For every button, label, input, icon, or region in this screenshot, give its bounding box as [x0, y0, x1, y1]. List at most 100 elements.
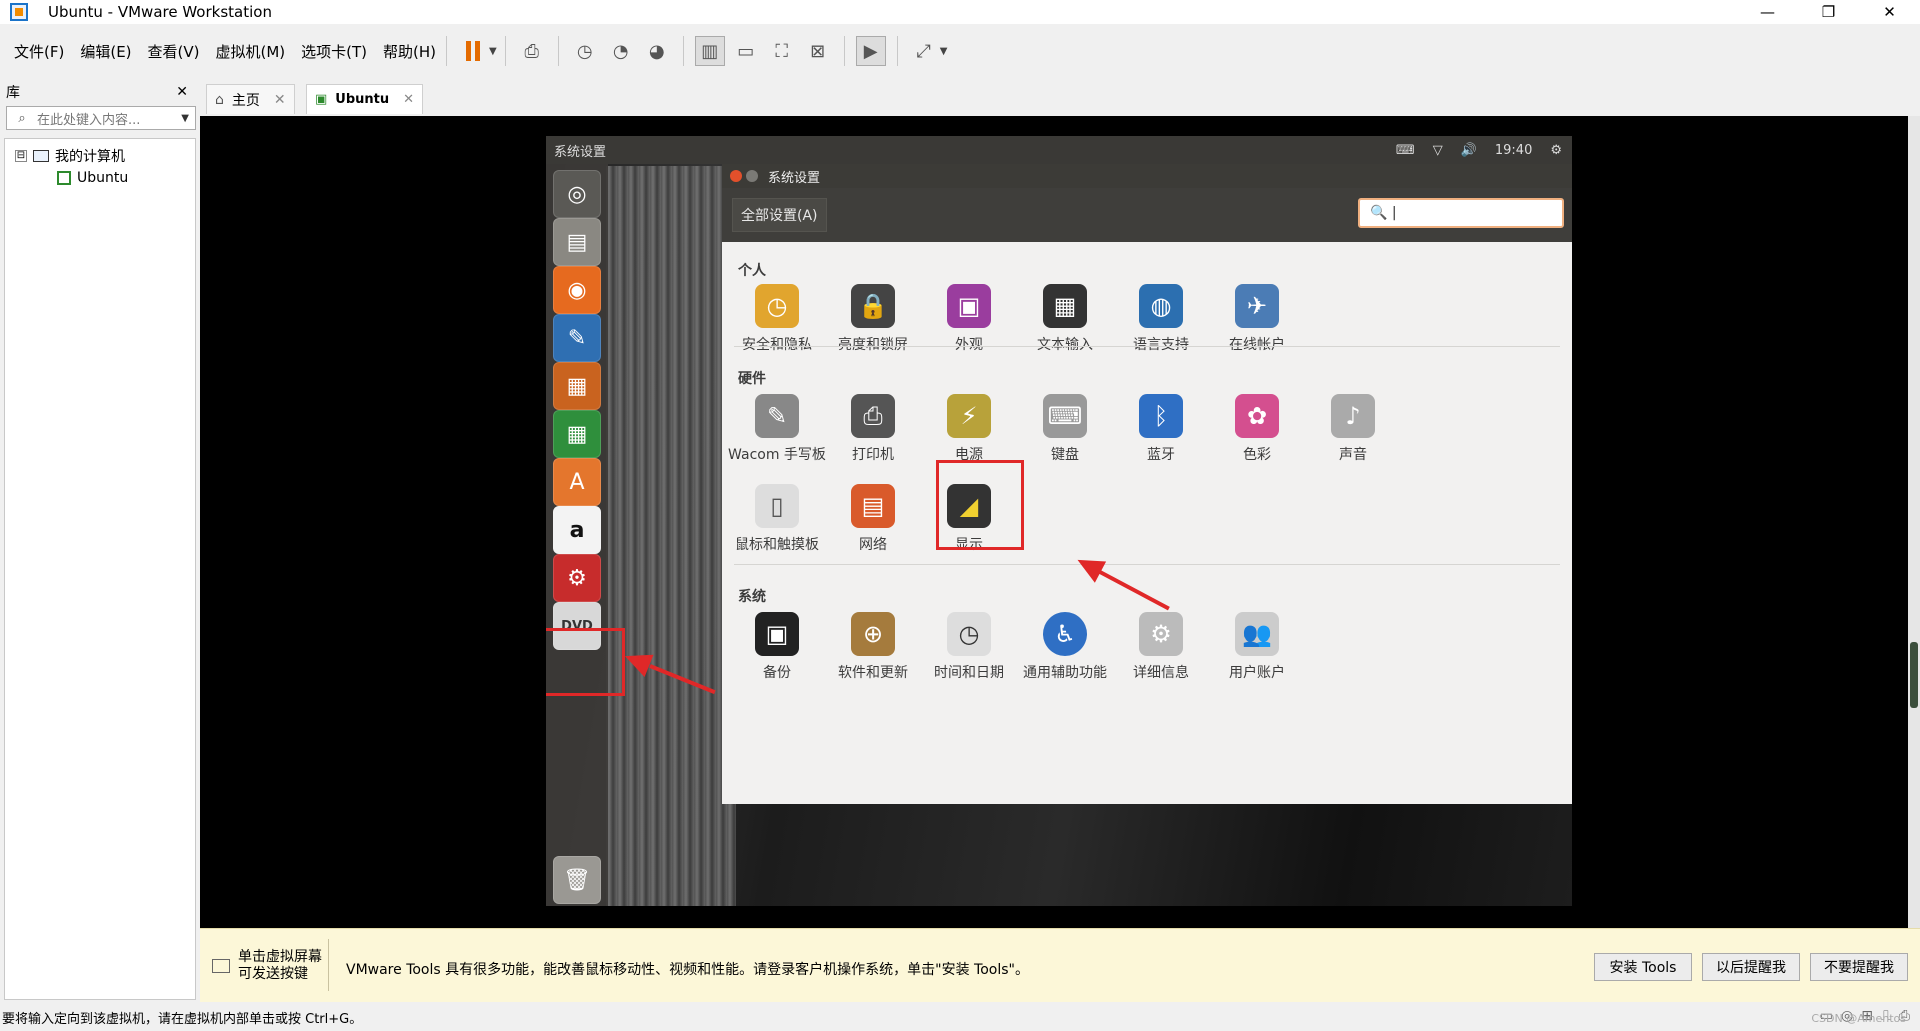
item-time-date[interactable]: ◷ 时间和日期: [914, 612, 1024, 682]
menu-vm[interactable]: 虚拟机(M): [216, 41, 286, 62]
amazon-icon[interactable]: a: [553, 506, 601, 554]
clock[interactable]: 19:40: [1495, 143, 1532, 158]
clock-icon: ◷: [947, 612, 991, 656]
item-keyboard[interactable]: ⌨ 键盘: [1010, 394, 1120, 464]
keyboard-icon[interactable]: ⌨: [1396, 143, 1415, 158]
item-user-accounts[interactable]: 👥 用户账户: [1202, 612, 1312, 682]
keyboard-layout-icon: ▦: [1043, 284, 1087, 328]
item-mouse-touchpad[interactable]: ▯ 鼠标和触摸板: [722, 484, 832, 554]
printer-icon: ⎙: [851, 394, 895, 438]
stretch-dropdown-icon[interactable]: ▼: [940, 46, 948, 57]
system-settings-icon[interactable]: ⚙: [553, 554, 601, 602]
thumbnail-bar-icon[interactable]: ▭: [731, 36, 761, 66]
library-header: 库 ✕: [0, 80, 196, 104]
never-remind-button[interactable]: 不要提醒我: [1810, 953, 1908, 981]
menu-help[interactable]: 帮助(H): [383, 41, 436, 62]
trash-icon[interactable]: 🗑: [553, 856, 601, 904]
item-software-updates[interactable]: ⊕ 软件和更新: [818, 612, 928, 682]
pause-icon: [466, 41, 481, 61]
pause-dropdown-icon[interactable]: ▼: [489, 46, 497, 57]
security-privacy-icon: ◷: [755, 284, 799, 328]
collapse-icon[interactable]: ⊟: [15, 150, 27, 162]
snapshot-icon[interactable]: ◷: [570, 36, 600, 66]
tab-home-label: 主页: [231, 92, 260, 109]
minimize-button[interactable]: —: [1737, 0, 1798, 24]
software-center-icon[interactable]: A: [553, 458, 601, 506]
close-button[interactable]: ✕: [1859, 0, 1920, 24]
item-details[interactable]: ⚙ 详细信息: [1106, 612, 1216, 682]
item-bluetooth[interactable]: ᛒ 蓝牙: [1106, 394, 1216, 464]
tree-item-my-computer[interactable]: ⊟ 我的计算机: [5, 145, 195, 167]
item-universal-access[interactable]: ♿ 通用辅助功能: [1010, 612, 1120, 682]
item-wacom-tablet[interactable]: ✎ Wacom 手写板: [722, 394, 832, 464]
section-system-label: 系统: [738, 589, 766, 605]
toolbar-separator: [504, 36, 506, 66]
dialog-minimize-icon[interactable]: [746, 170, 758, 182]
writer-icon[interactable]: ✎: [553, 314, 601, 362]
console-view-icon[interactable]: ▶: [855, 36, 886, 66]
gear-icon[interactable]: ⚙: [1550, 143, 1562, 158]
item-color[interactable]: ✿ 色彩: [1202, 394, 1312, 464]
tab-close-icon[interactable]: ✕: [274, 92, 286, 108]
notification-message: VMware Tools 具有很多功能，能改善鼠标移动性、视频和性能。请登录客户…: [346, 962, 1029, 978]
tree-item-ubuntu[interactable]: Ubuntu: [5, 167, 195, 189]
wifi-icon[interactable]: ▽: [1433, 143, 1443, 158]
all-settings-button[interactable]: 全部设置(A): [732, 198, 827, 232]
files-icon[interactable]: ▤: [553, 218, 601, 266]
section-divider: [734, 346, 1560, 347]
item-online-accounts[interactable]: ✈ 在线帐户: [1202, 284, 1312, 354]
volume-icon[interactable]: 🔊: [1461, 143, 1477, 158]
send-ctrl-alt-del-icon[interactable]: ⎙: [517, 36, 547, 66]
vertical-scrollbar[interactable]: [1908, 116, 1920, 928]
library-search-input[interactable]: ⌕ 在此处键入内容... ▼: [6, 106, 196, 130]
calc-icon[interactable]: ▦: [553, 410, 601, 458]
firefox-icon[interactable]: ◉: [553, 266, 601, 314]
restore-snapshot-icon[interactable]: ◔: [606, 36, 636, 66]
settings-search-input[interactable]: 🔍 |: [1358, 198, 1564, 228]
tab-home[interactable]: ⌂ 主页 ✕: [206, 84, 295, 114]
snapshot-manager-icon[interactable]: ◕: [642, 36, 672, 66]
library-close-icon[interactable]: ✕: [176, 84, 188, 100]
item-language-support[interactable]: ◍ 语言支持: [1106, 284, 1216, 354]
item-brightness-lock[interactable]: 🔒 亮度和锁屏: [818, 284, 928, 354]
menu-tabs[interactable]: 选项卡(T): [301, 41, 367, 62]
section-divider: [734, 564, 1560, 565]
menu-file[interactable]: 文件(F): [14, 41, 64, 62]
item-text-entry[interactable]: ▦ 文本输入: [1010, 284, 1120, 354]
fullscreen-icon[interactable]: ⛶: [767, 36, 797, 66]
battery-icon: ⚡: [947, 394, 991, 438]
keyboard-icon: ⌨: [1043, 394, 1087, 438]
language-icon: ◍: [1139, 284, 1183, 328]
status-message: 要将输入定向到该虚拟机，请在虚拟机内部单击或按 Ctrl+G。: [2, 1012, 363, 1027]
toolbar-separator: [682, 36, 684, 66]
item-sound[interactable]: ♪ 声音: [1298, 394, 1408, 464]
library-title: 库: [6, 85, 20, 101]
dash-icon[interactable]: ◎: [553, 170, 601, 218]
item-security-privacy[interactable]: ◷ 安全和隐私: [722, 284, 832, 354]
vmware-app-icon: [10, 3, 28, 21]
scrollbar-thumb[interactable]: [1910, 642, 1918, 708]
unity-icon[interactable]: ⊠: [803, 36, 833, 66]
menu-edit[interactable]: 编辑(E): [80, 41, 131, 62]
chevron-down-icon[interactable]: ▼: [181, 113, 189, 124]
dialog-close-icon[interactable]: [730, 170, 742, 182]
guest-desktop[interactable]: 系统设置 ⌨ ▽ 🔊 19:40 ⚙ ◎ ▤ ◉ ✎ ▦ ▦ A a ⚙ DVD…: [546, 136, 1572, 906]
item-power[interactable]: ⚡ 电源: [914, 394, 1024, 464]
item-appearance[interactable]: ▣ 外观: [914, 284, 1024, 354]
system-settings-window: 系统设置 全部设置(A) 🔍 | 个人 ◷ 安全和隐私 🔒 亮度和锁屏 ▣ 外观 ▦ 文…: [722, 164, 1572, 804]
vm-icon: [57, 171, 71, 185]
tab-close-icon[interactable]: ✕: [403, 92, 414, 107]
item-network[interactable]: ▤ 网络: [818, 484, 928, 554]
show-library-icon[interactable]: ▥: [694, 36, 725, 66]
remind-later-button[interactable]: 以后提醒我: [1702, 953, 1800, 981]
install-tools-button[interactable]: 安装 Tools: [1594, 953, 1692, 981]
tab-ubuntu[interactable]: ▣ Ubuntu ✕: [306, 84, 424, 114]
maximize-button[interactable]: ❐: [1798, 0, 1859, 24]
item-printers[interactable]: ⎙ 打印机: [818, 394, 928, 464]
stretch-guest-icon[interactable]: ⤢: [909, 36, 939, 66]
impress-icon[interactable]: ▦: [553, 362, 601, 410]
guest-panel-title: 系统设置: [554, 144, 607, 160]
menu-view[interactable]: 查看(V): [148, 41, 200, 62]
pause-button[interactable]: [458, 36, 488, 66]
item-backups[interactable]: ▣ 备份: [722, 612, 832, 682]
